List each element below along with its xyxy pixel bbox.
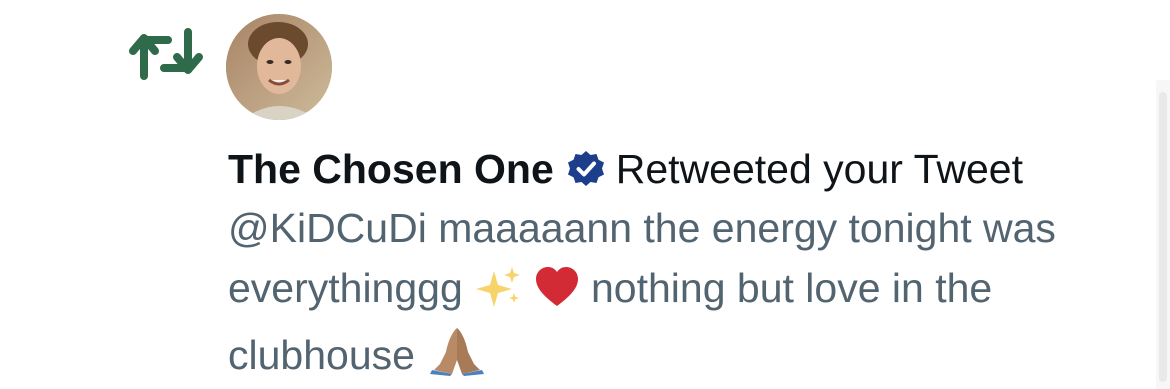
- retweet-icon: [129, 28, 203, 80]
- red-heart-emoji-icon: [534, 265, 580, 325]
- tweet-text[interactable]: @KiDCuDi maaaaann the energy tonight was…: [228, 198, 1148, 389]
- folded-hands-emoji-icon: [426, 326, 488, 389]
- verified-badge-icon: [567, 151, 604, 186]
- user-name[interactable]: The Chosen One: [228, 140, 554, 198]
- retweet-notification[interactable]: The Chosen One Retweeted your Tweet @KiD…: [0, 0, 1170, 389]
- notification-headline: The Chosen One Retweeted your Tweet: [228, 140, 1148, 198]
- tweet-mention[interactable]: @KiDCuDi: [228, 205, 427, 251]
- notification-action-text: Retweeted your Tweet: [615, 146, 1023, 192]
- user-avatar[interactable]: [226, 14, 332, 120]
- notification-content: The Chosen One Retweeted your Tweet @KiD…: [228, 140, 1148, 389]
- scrollbar-thumb[interactable]: [1159, 92, 1167, 382]
- sparkles-emoji-icon: [474, 265, 522, 325]
